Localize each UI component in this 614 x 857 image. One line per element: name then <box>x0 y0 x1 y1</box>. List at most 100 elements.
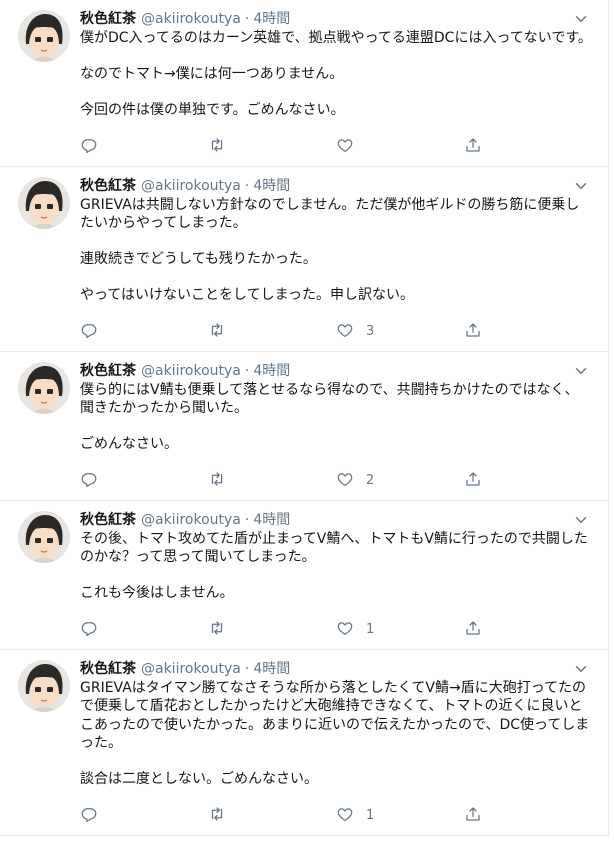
reply-button[interactable] <box>80 806 208 826</box>
tweet-actions: 1 <box>80 611 592 649</box>
retweet-button[interactable] <box>208 471 336 491</box>
timestamp[interactable]: 4時間 <box>253 511 290 529</box>
like-count: 3 <box>366 324 375 339</box>
tweet[interactable]: 秋色紅茶 @akiirokoutya · 4時間 僕ら的にはV鯖も便乗して落とせ… <box>0 352 608 501</box>
tweet-text: 僕がDC入ってるのはカーン英雄で、拠点戦やってる連盟DCには入ってないです。 なの… <box>80 29 592 120</box>
share-icon <box>464 619 482 641</box>
user-handle[interactable]: @akiirokoutya <box>141 177 241 195</box>
share-button[interactable] <box>464 620 592 640</box>
reply-icon <box>80 470 98 492</box>
chevron-down-icon[interactable] <box>572 362 590 380</box>
chevron-down-icon[interactable] <box>572 511 590 529</box>
tweet[interactable]: 秋色紅茶 @akiirokoutya · 4時間 僕がDC入ってるのはカーン英雄… <box>0 0 608 167</box>
chevron-down-icon[interactable] <box>572 177 590 195</box>
timestamp[interactable]: 4時間 <box>253 660 290 678</box>
avatar[interactable] <box>18 10 70 62</box>
avatar[interactable] <box>18 176 70 229</box>
reply-icon <box>80 619 98 641</box>
tweet-paragraph: その後、トマト攻めてた盾が止まってV鯖へ、トマトもV鯖に行ったので共闘したのかな… <box>80 530 588 566</box>
tweet[interactable]: 秋色紅茶 @akiirokoutya · 4時間 GRIEVAはタイマン勝てなさ… <box>0 650 608 836</box>
avatar[interactable] <box>18 361 70 414</box>
heart-icon <box>336 321 354 343</box>
retweet-button[interactable] <box>208 620 336 640</box>
retweet-icon <box>208 805 226 827</box>
user-handle[interactable]: @akiirokoutya <box>141 362 241 380</box>
tweet-actions: 3 <box>80 313 592 351</box>
tweet-paragraph: ごめんなさい。 <box>80 436 178 452</box>
like-button[interactable]: 1 <box>336 806 464 826</box>
reply-button[interactable] <box>80 471 208 491</box>
reply-button[interactable] <box>80 137 208 157</box>
tweet[interactable]: 秋色紅茶 @akiirokoutya · 4時間 GRIEVAは共闘しない方針な… <box>0 167 608 352</box>
tweet-header: 秋色紅茶 @akiirokoutya · 4時間 <box>80 511 592 529</box>
tweet-actions: 1 <box>80 797 592 835</box>
timeline: 秋色紅茶 @akiirokoutya · 4時間 僕がDC入ってるのはカーン英雄… <box>0 0 609 836</box>
user-handle[interactable]: @akiirokoutya <box>141 660 241 678</box>
tweet-header: 秋色紅茶 @akiirokoutya · 4時間 <box>80 177 592 195</box>
like-count: 2 <box>366 473 375 488</box>
display-name[interactable]: 秋色紅茶 <box>80 511 136 529</box>
avatar[interactable] <box>18 510 70 563</box>
retweet-button[interactable] <box>208 322 336 342</box>
like-button[interactable]: 2 <box>336 471 464 491</box>
share-icon <box>464 136 482 158</box>
share-button[interactable] <box>464 806 592 826</box>
tweet-header: 秋色紅茶 @akiirokoutya · 4時間 <box>80 660 592 678</box>
tweet-header: 秋色紅茶 @akiirokoutya · 4時間 <box>80 10 592 28</box>
separator-dot: · <box>244 660 250 677</box>
user-handle[interactable]: @akiirokoutya <box>141 511 241 529</box>
tweet-paragraph: 連敗続きでどうしても残りたかった。 <box>80 251 317 267</box>
timestamp[interactable]: 4時間 <box>253 362 290 380</box>
share-icon <box>464 470 482 492</box>
tweet-paragraph: GRIEVAは共闘しない方針なのでしません。ただ僕が他ギルドの勝ち筋に便乗したい… <box>80 196 580 232</box>
tweet-paragraph: これも今後はしません。 <box>80 585 234 601</box>
timestamp[interactable]: 4時間 <box>253 10 290 28</box>
retweet-button[interactable] <box>208 137 336 157</box>
like-button[interactable]: 3 <box>336 322 464 342</box>
tweet[interactable]: 秋色紅茶 @akiirokoutya · 4時間 その後、トマト攻めてた盾が止ま… <box>0 501 608 650</box>
display-name[interactable]: 秋色紅茶 <box>80 177 136 195</box>
retweet-icon <box>208 619 226 641</box>
tweet-actions: 2 <box>80 462 592 500</box>
share-button[interactable] <box>464 471 592 491</box>
like-count: 1 <box>366 808 375 823</box>
share-icon <box>464 805 482 827</box>
retweet-button[interactable] <box>208 806 336 826</box>
share-button[interactable] <box>464 137 592 157</box>
heart-icon <box>336 805 354 827</box>
share-button[interactable] <box>464 322 592 342</box>
like-button[interactable]: 1 <box>336 620 464 640</box>
user-handle[interactable]: @akiirokoutya <box>141 10 241 28</box>
tweet-paragraph: GRIEVAはタイマン勝てなさそうな所から落としたくてV鯖→盾に大砲打ってたので… <box>80 679 590 752</box>
retweet-icon <box>208 136 226 158</box>
separator-dot: · <box>244 511 250 528</box>
tweet-paragraph: 談合は二度としない。ごめんなさい。 <box>80 771 318 787</box>
display-name[interactable]: 秋色紅茶 <box>80 660 136 678</box>
reply-button[interactable] <box>80 322 208 342</box>
share-icon <box>464 321 482 343</box>
reply-button[interactable] <box>80 620 208 640</box>
tweet-paragraph: やってはいけないことをしてしまった。申し訳ない。 <box>80 287 415 303</box>
reply-icon <box>80 805 98 827</box>
heart-icon <box>336 619 354 641</box>
chevron-down-icon[interactable] <box>572 660 590 678</box>
tweet-paragraph: なのでトマト→僕には何一つありません。 <box>80 66 344 82</box>
heart-icon <box>336 136 354 158</box>
heart-icon <box>336 470 354 492</box>
avatar[interactable] <box>18 659 70 712</box>
display-name[interactable]: 秋色紅茶 <box>80 362 136 380</box>
retweet-icon <box>208 470 226 492</box>
display-name[interactable]: 秋色紅茶 <box>80 10 136 28</box>
separator-dot: · <box>244 362 250 379</box>
reply-icon <box>80 136 98 158</box>
like-button[interactable] <box>336 137 464 157</box>
tweet-paragraph: 今回の件は僕の単独です。ごめんなさい。 <box>80 102 345 118</box>
tweet-actions <box>80 128 592 166</box>
tweet-text: その後、トマト攻めてた盾が止まってV鯖へ、トマトもV鯖に行ったので共闘したのかな… <box>80 530 592 603</box>
tweet-text: 僕ら的にはV鯖も便乗して落とせるなら得なので、共闘持ちかけたのではなく、聞きたか… <box>80 381 592 454</box>
timestamp[interactable]: 4時間 <box>253 177 290 195</box>
retweet-icon <box>208 321 226 343</box>
chevron-down-icon[interactable] <box>572 10 590 28</box>
like-count: 1 <box>366 622 375 637</box>
separator-dot: · <box>244 177 250 194</box>
